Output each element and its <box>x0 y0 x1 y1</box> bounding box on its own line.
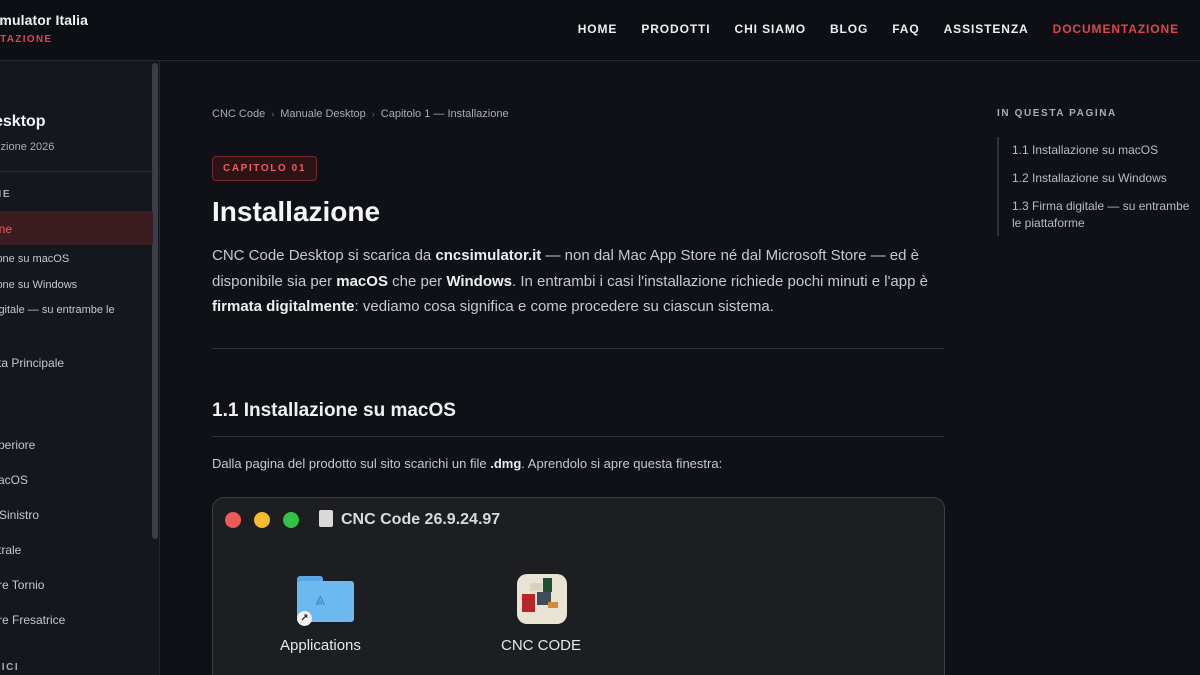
breadcrumb-item[interactable]: Manuale Desktop <box>280 108 366 120</box>
main-nav: HOME PRODOTTI CHI SIAMO BLOG FAQ ASSISTE… <box>554 22 1179 36</box>
intro-text: che per <box>387 272 447 290</box>
intro-text: CNC Code Desktop si scarica da <box>212 247 436 264</box>
sidebar-item[interactable]: acOS <box>0 473 28 487</box>
intro-bold: macOS <box>336 272 388 290</box>
nav-blog[interactable]: BLOG <box>830 22 868 36</box>
alias-arrow-icon: ↗ <box>297 611 312 626</box>
section-text: . Aprendolo si apre questa finestra: <box>521 456 723 471</box>
intro-bold: cncsimulator.it <box>435 247 542 264</box>
toc-item-firma[interactable]: 1.3 Firma digitale — su entrambe le piat… <box>1012 198 1198 232</box>
nav-home[interactable]: HOME <box>578 22 618 36</box>
chapter-badge: CAPITOLO 01 <box>212 156 317 181</box>
sidebar-item[interactable]: re Tornio <box>0 578 44 592</box>
toc-heading: IN QUESTA PAGINA <box>997 108 1117 119</box>
sidebar-item[interactable]: trale <box>0 543 21 557</box>
sidebar-item-label: one <box>0 222 13 236</box>
brand-title: Simulator Italia <box>0 12 88 28</box>
nav-chi-siamo[interactable]: CHI SIAMO <box>735 22 806 36</box>
section-bold: .dmg <box>490 456 522 471</box>
chevron-right-icon: › <box>371 109 375 119</box>
cnc-code-label: CNC CODE <box>501 637 582 654</box>
intro-bold: firmata digitalmente <box>212 298 355 315</box>
toc-item-macos[interactable]: 1.1 Installazione su macOS <box>1012 142 1198 159</box>
sidebar: esktop dizione 2026 NE one ione su macOS… <box>0 61 160 675</box>
brand[interactable]: Simulator Italia MENTAZIONE <box>0 12 88 45</box>
toc-item-windows[interactable]: 1.2 Installazione su Windows <box>1012 170 1198 187</box>
top-bar: Simulator Italia MENTAZIONE HOME PRODOTT… <box>0 0 1200 61</box>
sidebar-item[interactable]: Sinistro <box>0 508 39 522</box>
sidebar-subitem-firma[interactable]: igitale — su entrambe le <box>0 304 115 316</box>
app-store-glyph-icon: ⩓ <box>315 589 326 609</box>
dmg-window-screenshot: CNC Code 26.9.24.97 ⩓ ↗ Applications CNC… <box>212 497 945 675</box>
sidebar-subitem-windows[interactable]: ione su Windows <box>0 279 77 291</box>
toc-rail <box>997 137 999 236</box>
divider <box>212 348 944 349</box>
section-text: Dalla pagina del prodotto sul sito scari… <box>212 456 491 471</box>
close-window-icon <box>225 512 241 528</box>
chevron-right-icon: › <box>271 109 275 119</box>
app-icon-shape <box>543 578 552 592</box>
sidebar-divider <box>0 171 153 172</box>
sidebar-section-heading: TICI <box>0 662 20 673</box>
brand-subtitle: MENTAZIONE <box>0 34 53 45</box>
app-icon-shape <box>522 594 535 612</box>
sidebar-item-active[interactable]: one <box>0 211 153 245</box>
zoom-window-icon <box>283 512 299 528</box>
sidebar-subitem-macos[interactable]: ione su macOS <box>0 253 69 265</box>
section-paragraph: Dalla pagina del prodotto sul sito scari… <box>212 456 722 471</box>
app-icon-shape <box>530 583 542 591</box>
sidebar-item[interactable]: periore <box>0 438 35 452</box>
sidebar-edition: dizione 2026 <box>0 141 55 153</box>
app-icon-shape <box>548 602 558 608</box>
section-title: 1.1 Installazione su macOS <box>212 400 456 421</box>
nav-assistenza[interactable]: ASSISTENZA <box>944 22 1029 36</box>
cnc-code-app-icon <box>517 574 567 624</box>
minimize-window-icon <box>254 512 270 528</box>
sidebar-title: esktop <box>0 113 46 130</box>
intro-text: . In entrambi i casi l'installazione ric… <box>512 272 928 290</box>
sidebar-section-heading: NE <box>0 189 12 200</box>
nav-documentazione[interactable]: DOCUMENTAZIONE <box>1053 22 1179 36</box>
sidebar-item[interactable]: ta Principale <box>0 356 64 370</box>
breadcrumb-current: Capitolo 1 — Installazione <box>380 108 509 120</box>
intro-text: : vediamo cosa significa e come proceder… <box>354 298 774 315</box>
breadcrumb: CNC Code › Manuale Desktop › Capitolo 1 — In… <box>212 108 509 120</box>
breadcrumb-item[interactable]: CNC Code <box>212 108 265 120</box>
intro-paragraph: CNC Code Desktop si scarica da cncsimula… <box>212 243 947 320</box>
divider <box>212 436 944 437</box>
nav-faq[interactable]: FAQ <box>892 22 919 36</box>
page-title: Installazione <box>212 196 381 227</box>
sidebar-item[interactable]: re Fresatrice <box>0 613 65 627</box>
dmg-window-title: CNC Code 26.9.24.97 <box>341 511 501 528</box>
sidebar-scrollbar[interactable] <box>152 63 158 539</box>
disk-image-icon <box>319 510 333 527</box>
intro-bold: Windows <box>446 272 513 290</box>
nav-prodotti[interactable]: PRODOTTI <box>641 22 710 36</box>
applications-label: Applications <box>280 637 361 654</box>
